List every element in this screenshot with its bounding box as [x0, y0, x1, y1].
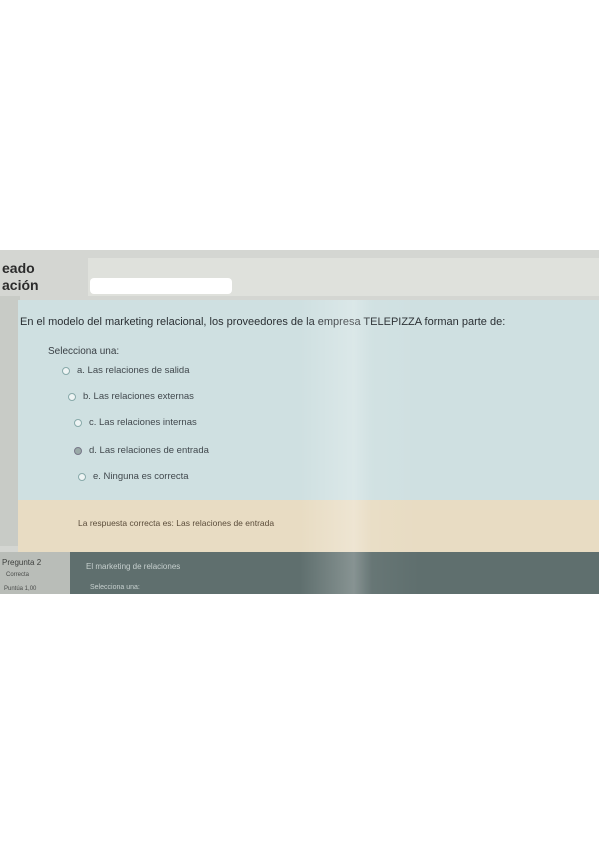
- question2-state: Correcta: [6, 572, 30, 578]
- option-c-label: c. Las relaciones internas: [89, 417, 197, 428]
- grade-label: ación: [2, 277, 39, 293]
- question-info-sidebar: [0, 296, 20, 546]
- question2-panel: [70, 552, 599, 594]
- select-one-prompt: Selecciona una:: [48, 346, 120, 357]
- option-d-label: d. Las relaciones de entrada: [89, 445, 209, 456]
- question-text: En el modelo del marketing relacional, l…: [20, 316, 506, 328]
- state-label: eado: [2, 260, 35, 276]
- question2-label: Pregunta 2: [2, 558, 42, 567]
- radio-b[interactable]: [68, 392, 76, 401]
- option-a[interactable]: a. Las relaciones de salida: [62, 365, 190, 376]
- option-e-label: e. Ninguna es correcta: [93, 471, 189, 482]
- option-d[interactable]: d. Las relaciones de entrada: [74, 445, 209, 456]
- option-a-label: a. Las relaciones de salida: [77, 365, 190, 376]
- option-b-label: b. Las relaciones externas: [83, 391, 194, 402]
- correct-answer-feedback: La respuesta correcta es: Las relaciones…: [78, 518, 275, 528]
- question2-text: El marketing de relaciones: [86, 562, 181, 571]
- question2-prompt: Selecciona una:: [90, 584, 140, 591]
- redacted-field: [90, 278, 232, 294]
- question-info-header: eado ación: [0, 250, 88, 296]
- question2-points: Puntúa 1,00: [4, 586, 37, 592]
- quiz-screen-photo: eado ación En el modelo del marketing re…: [0, 250, 599, 594]
- option-c[interactable]: c. Las relaciones internas: [74, 417, 197, 428]
- radio-e[interactable]: [78, 472, 86, 481]
- option-b[interactable]: b. Las relaciones externas: [68, 391, 194, 402]
- radio-a[interactable]: [62, 366, 70, 375]
- option-e[interactable]: e. Ninguna es correcta: [78, 471, 189, 482]
- radio-c[interactable]: [74, 418, 82, 427]
- radio-d-selected[interactable]: [74, 446, 82, 455]
